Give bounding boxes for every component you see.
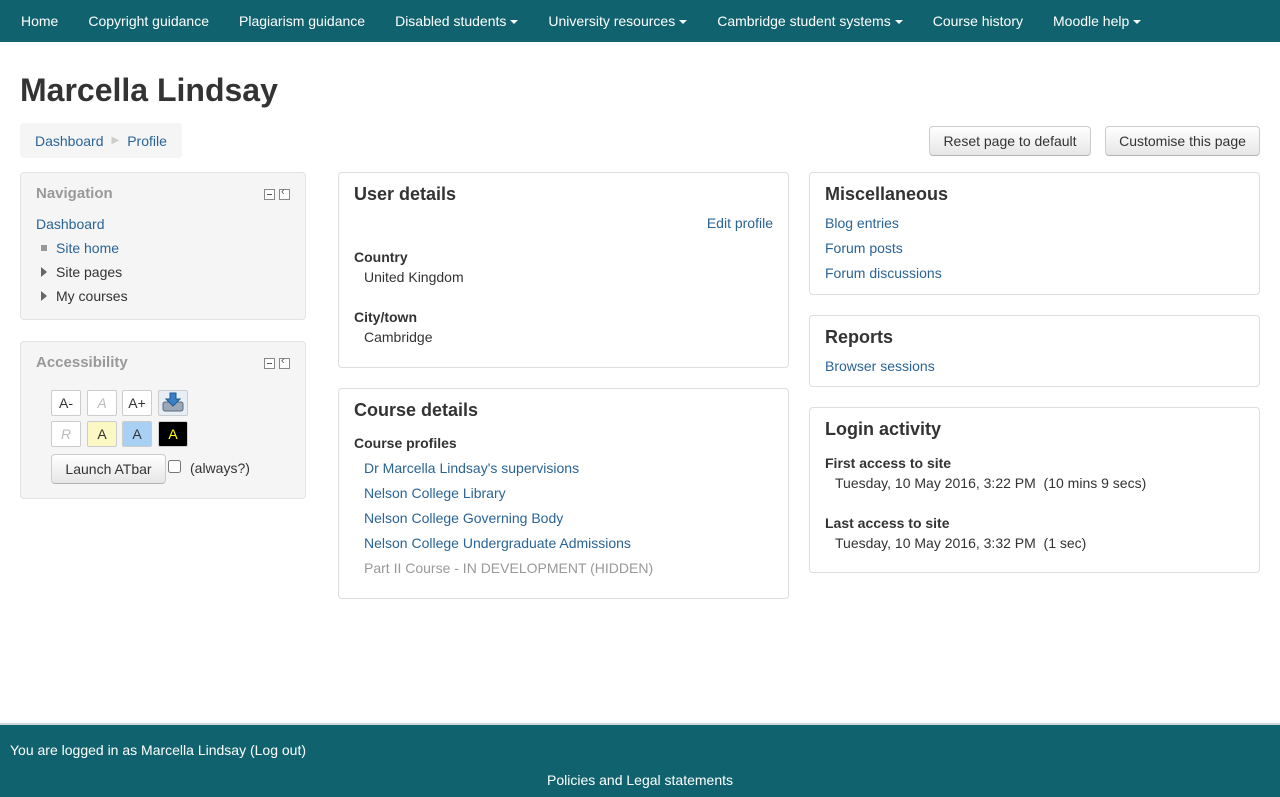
user-details-card: User details Edit profile Country United… [338, 172, 789, 368]
nav-cambridge-student-systems-label: Cambridge student systems [717, 13, 891, 29]
save-settings-icon [162, 392, 184, 412]
edit-profile-link[interactable]: Edit profile [707, 215, 773, 231]
colour-yellow-button[interactable]: A [87, 421, 117, 447]
first-access-value: Tuesday, 10 May 2016, 3:22 PM (10 mins 9… [835, 475, 1147, 491]
course-link[interactable]: Dr Marcella Lindsay's supervisions [364, 460, 579, 476]
breadcrumb-dashboard[interactable]: Dashboard [35, 133, 104, 149]
last-access-value: Tuesday, 10 May 2016, 3:32 PM (1 sec) [835, 535, 1087, 551]
nav-tree-site-pages[interactable]: Site pages [56, 264, 122, 280]
accessibility-block-title: Accessibility [36, 354, 128, 371]
policies-link[interactable]: Policies and Legal statements [547, 772, 733, 788]
nav-tree-site-home[interactable]: Site home [56, 240, 119, 256]
navigation-block: Navigation Dashboard Site home Site page… [20, 172, 306, 320]
save-settings-button[interactable] [158, 390, 188, 416]
minimize-icon[interactable] [264, 358, 275, 369]
nav-course-history[interactable]: Course history [918, 0, 1038, 42]
nav-plagiarism-guidance[interactable]: Plagiarism guidance [224, 0, 380, 42]
first-access-label: First access to site [825, 455, 952, 471]
country-label: Country [354, 249, 408, 265]
forum-posts-link[interactable]: Forum posts [825, 240, 903, 256]
course-link[interactable]: Nelson College Governing Body [364, 510, 563, 526]
login-activity-card: Login activity First access to site Tues… [809, 407, 1260, 573]
course-profiles-label: Course profiles [354, 435, 457, 451]
country-value: United Kingdom [364, 269, 464, 285]
increase-text-button[interactable]: A+ [122, 390, 152, 416]
nav-tree-my-courses[interactable]: My courses [56, 288, 128, 304]
navigation-block-title: Navigation [36, 185, 113, 202]
nav-disabled-students-label: Disabled students [395, 13, 507, 29]
nav-tree-dashboard[interactable]: Dashboard [36, 216, 105, 232]
launch-atbar-button[interactable]: Launch ATbar [51, 454, 166, 484]
reset-colour-button[interactable]: R [51, 421, 81, 447]
city-value: Cambridge [364, 329, 433, 345]
nav-university-resources-label: University resources [548, 13, 676, 29]
expand-arrow-icon[interactable] [41, 291, 47, 302]
page-title: Marcella Lindsay [20, 72, 278, 108]
logout-link[interactable]: (Log out) [250, 742, 306, 758]
footer: You are logged in as Marcella Lindsay (L… [0, 723, 1280, 797]
caret-down-icon [510, 20, 519, 25]
reports-card: Reports Browser sessions [809, 315, 1260, 387]
breadcrumb-profile[interactable]: Profile [127, 133, 167, 149]
navigation-tree: Dashboard Site home Site pages My course… [36, 214, 128, 310]
breadcrumb-separator-icon: ▶ [111, 135, 120, 146]
miscellaneous-card: Miscellaneous Blog entries Forum posts F… [809, 172, 1260, 295]
decrease-text-button[interactable]: A- [51, 390, 81, 416]
nav-cambridge-student-systems[interactable]: Cambridge student systems [702, 0, 918, 42]
top-navbar: Home Copyright guidance Plagiarism guida… [0, 0, 1280, 42]
reports-title: Reports [825, 327, 894, 347]
login-info-prefix: You are logged in as [10, 742, 142, 758]
caret-down-icon [679, 20, 688, 25]
city-label: City/town [354, 309, 417, 325]
minimize-icon[interactable] [264, 189, 275, 200]
course-link-hidden[interactable]: Part II Course - IN DEVELOPMENT (HIDDEN) [364, 560, 653, 576]
breadcrumb: Dashboard ▶ Profile [20, 123, 182, 158]
nav-disabled-students[interactable]: Disabled students [380, 0, 533, 42]
blog-entries-link[interactable]: Blog entries [825, 215, 899, 231]
caret-down-icon [1133, 20, 1142, 25]
user-details-title: User details [354, 184, 457, 204]
nav-moodle-help[interactable]: Moodle help [1038, 0, 1156, 42]
course-details-card: Course details Course profiles Dr Marcel… [338, 388, 789, 599]
bullet-icon [41, 245, 47, 252]
colour-blue-button[interactable]: A [122, 421, 152, 447]
nav-home[interactable]: Home [6, 0, 73, 42]
dock-icon[interactable] [279, 186, 290, 200]
accessibility-block: Accessibility A- A A+ R A A A Launch ATb… [20, 341, 306, 499]
reset-text-button[interactable]: A [87, 390, 117, 416]
course-link[interactable]: Nelson College Undergraduate Admissions [364, 535, 631, 551]
reset-page-button[interactable]: Reset page to default [929, 126, 1091, 156]
login-activity-title: Login activity [825, 419, 942, 439]
always-label: (always?) [190, 460, 250, 476]
browser-sessions-link[interactable]: Browser sessions [825, 358, 935, 374]
miscellaneous-title: Miscellaneous [825, 184, 949, 204]
course-link[interactable]: Nelson College Library [364, 485, 506, 501]
nav-moodle-help-label: Moodle help [1053, 13, 1130, 29]
login-info: You are logged in as Marcella Lindsay (L… [10, 742, 306, 758]
course-details-title: Course details [354, 400, 479, 420]
caret-down-icon [894, 20, 903, 25]
customise-page-button[interactable]: Customise this page [1105, 126, 1260, 156]
nav-copyright-guidance[interactable]: Copyright guidance [73, 0, 224, 42]
last-access-label: Last access to site [825, 515, 950, 531]
logged-in-user-link[interactable]: Marcella Lindsay [141, 742, 246, 758]
colour-black-button[interactable]: A [158, 421, 188, 447]
dock-icon[interactable] [279, 355, 290, 369]
forum-discussions-link[interactable]: Forum discussions [825, 265, 942, 281]
always-checkbox[interactable] [168, 460, 181, 473]
expand-arrow-icon[interactable] [41, 267, 47, 278]
nav-university-resources[interactable]: University resources [533, 0, 702, 42]
